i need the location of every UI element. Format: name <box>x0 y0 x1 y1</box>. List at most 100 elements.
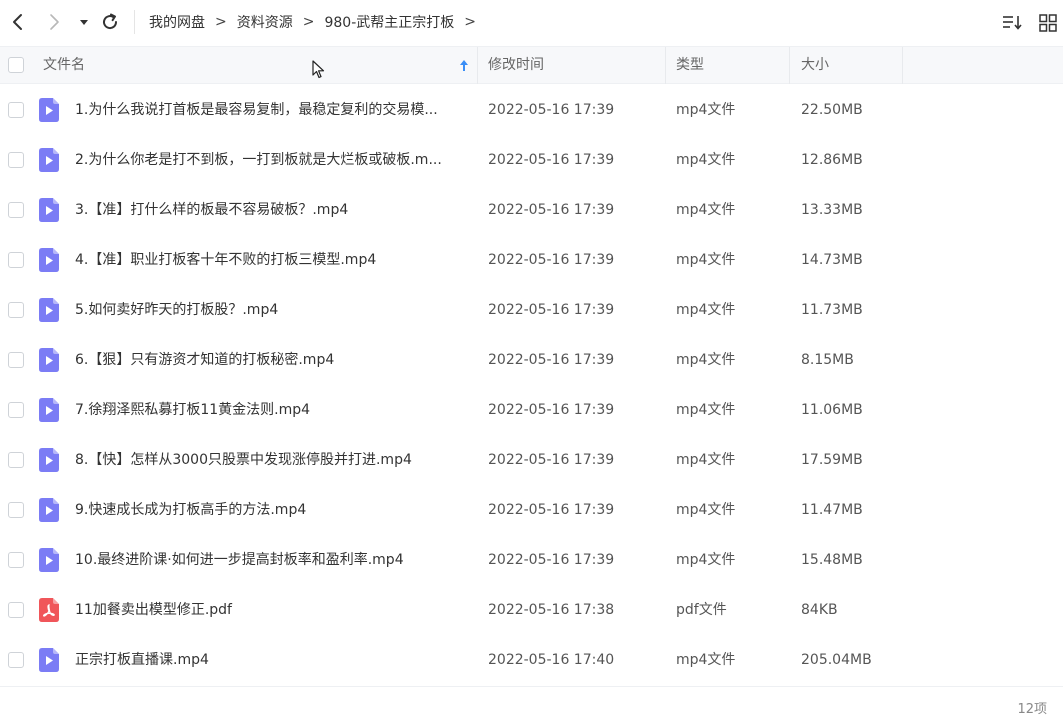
history-dropdown-button[interactable] <box>76 10 92 34</box>
breadcrumb-item-resources[interactable]: 资料资源 <box>237 12 293 32</box>
file-name[interactable]: 10.最终进阶课·如何进一步提高封板率和盈利率.mp4 <box>75 535 470 585</box>
mouse-cursor-icon <box>312 60 325 79</box>
header-size[interactable]: 大小 <box>801 47 829 84</box>
file-modified: 2022-05-16 17:39 <box>488 102 615 118</box>
grid-view-button[interactable] <box>1036 11 1060 35</box>
file-size: 205.04MB <box>801 652 872 668</box>
file-name[interactable]: 3.【准】打什么样的板最不容易破板？.mp4 <box>75 185 470 235</box>
file-type: mp4文件 <box>676 352 736 368</box>
grid-icon <box>1039 14 1057 32</box>
file-row[interactable]: 4.【准】职业打板客十年不败的打板三模型.mp4 2022-05-16 17:39… <box>0 235 1063 285</box>
video-file-icon <box>39 548 59 572</box>
file-name[interactable]: 6.【狠】只有游资才知道的打板秘密.mp4 <box>75 335 470 385</box>
file-row[interactable]: 11加餐卖出模型修正.pdf 2022-05-16 17:38 pdf文件 84KB <box>0 585 1063 635</box>
file-name[interactable]: 7.徐翔泽熙私募打板11黄金法则.mp4 <box>75 385 470 435</box>
file-modified: 2022-05-16 17:40 <box>488 652 615 668</box>
breadcrumb-item-root[interactable]: 我的网盘 <box>149 12 205 32</box>
file-type: mp4文件 <box>676 652 736 668</box>
file-type: pdf文件 <box>676 602 727 618</box>
column-divider[interactable] <box>789 47 790 84</box>
file-size: 11.73MB <box>801 302 863 318</box>
row-checkbox[interactable] <box>8 402 24 418</box>
back-button[interactable] <box>6 10 30 34</box>
file-type: mp4文件 <box>676 502 736 518</box>
breadcrumb-item-current[interactable]: 980-武帮主正宗打板 <box>324 12 454 32</box>
file-size: 12.86MB <box>801 152 863 168</box>
file-modified: 2022-05-16 17:39 <box>488 302 615 318</box>
chevron-left-icon <box>13 14 22 30</box>
file-type: mp4文件 <box>676 152 736 168</box>
file-modified: 2022-05-16 17:38 <box>488 602 615 618</box>
column-divider[interactable] <box>902 47 903 84</box>
file-size: 84KB <box>801 602 838 618</box>
header-type[interactable]: 类型 <box>676 47 704 84</box>
file-modified: 2022-05-16 17:39 <box>488 402 615 418</box>
file-name[interactable]: 1.为什么我说打首板是最容易复制，最稳定复利的交易模... <box>75 85 470 135</box>
forward-button[interactable] <box>42 10 66 34</box>
file-row[interactable]: 8.【快】怎样从3000只股票中发现涨停股并打进.mp4 2022-05-16 1… <box>0 435 1063 485</box>
column-divider[interactable] <box>477 47 478 84</box>
header-name[interactable]: 文件名 <box>43 47 85 84</box>
video-file-icon <box>39 348 59 372</box>
file-name[interactable]: 8.【快】怎样从3000只股票中发现涨停股并打进.mp4 <box>75 435 470 485</box>
row-checkbox[interactable] <box>8 202 24 218</box>
select-all-checkbox[interactable] <box>8 57 24 73</box>
video-file-icon <box>39 148 59 172</box>
row-checkbox[interactable] <box>8 502 24 518</box>
file-name[interactable]: 2.为什么你老是打不到板，一打到板就是大烂板或破板.m... <box>75 135 470 185</box>
file-type: mp4文件 <box>676 202 736 218</box>
video-file-icon <box>39 198 59 222</box>
row-checkbox[interactable] <box>8 552 24 568</box>
file-name[interactable]: 4.【准】职业打板客十年不败的打板三模型.mp4 <box>75 235 470 285</box>
file-row[interactable]: 5.如何卖好昨天的打板股？.mp4 2022-05-16 17:39 mp4文件 11… <box>0 285 1063 335</box>
file-modified: 2022-05-16 17:39 <box>488 352 615 368</box>
file-name[interactable]: 5.如何卖好昨天的打板股？.mp4 <box>75 285 470 335</box>
file-row[interactable]: 2.为什么你老是打不到板，一打到板就是大烂板或破板.m... 2022-05-16… <box>0 135 1063 185</box>
refresh-button[interactable] <box>98 10 122 34</box>
breadcrumb-separator: > <box>464 14 476 30</box>
toolbar-divider <box>134 10 135 34</box>
file-type: mp4文件 <box>676 302 736 318</box>
row-checkbox[interactable] <box>8 602 24 618</box>
row-checkbox[interactable] <box>8 652 24 668</box>
file-row[interactable]: 10.最终进阶课·如何进一步提高封板率和盈利率.mp4 2022-05-16 17… <box>0 535 1063 585</box>
video-file-icon <box>39 648 59 672</box>
breadcrumb-separator: > <box>302 14 315 30</box>
breadcrumb-separator: > <box>215 14 227 30</box>
file-type: mp4文件 <box>676 102 736 118</box>
row-checkbox[interactable] <box>8 152 24 168</box>
breadcrumb: 我的网盘 > 资料资源 > 980-武帮主正宗打板 > <box>149 0 486 44</box>
row-checkbox[interactable] <box>8 102 24 118</box>
row-checkbox[interactable] <box>8 252 24 268</box>
video-file-icon <box>39 498 59 522</box>
file-size: 11.47MB <box>801 502 863 518</box>
file-name[interactable]: 正宗打板直播课.mp4 <box>75 635 470 685</box>
refresh-icon <box>103 13 118 30</box>
sort-ascending-icon <box>460 60 468 71</box>
file-size: 15.48MB <box>801 552 863 568</box>
column-divider[interactable] <box>665 47 666 84</box>
file-row[interactable]: 7.徐翔泽熙私募打板11黄金法则.mp4 2022-05-16 17:39 mp4文… <box>0 385 1063 435</box>
file-size: 14.73MB <box>801 252 863 268</box>
row-checkbox[interactable] <box>8 352 24 368</box>
file-name[interactable]: 11加餐卖出模型修正.pdf <box>75 585 470 635</box>
file-modified: 2022-05-16 17:39 <box>488 252 615 268</box>
file-type: mp4文件 <box>676 452 736 468</box>
file-row[interactable]: 3.【准】打什么样的板最不容易破板？.mp4 2022-05-16 17:39 mp… <box>0 185 1063 235</box>
file-type: mp4文件 <box>676 402 736 418</box>
row-checkbox[interactable] <box>8 452 24 468</box>
file-modified: 2022-05-16 17:39 <box>488 452 615 468</box>
sort-button[interactable] <box>1000 11 1024 35</box>
file-modified: 2022-05-16 17:39 <box>488 152 615 168</box>
file-row[interactable]: 正宗打板直播课.mp4 2022-05-16 17:40 mp4文件 205.04MB <box>0 635 1063 685</box>
file-size: 8.15MB <box>801 352 854 368</box>
file-type: mp4文件 <box>676 552 736 568</box>
file-row[interactable]: 9.快速成长成为打板高手的方法.mp4 2022-05-16 17:39 mp4文件… <box>0 485 1063 535</box>
file-name[interactable]: 9.快速成长成为打板高手的方法.mp4 <box>75 485 470 535</box>
file-row[interactable]: 6.【狠】只有游资才知道的打板秘密.mp4 2022-05-16 17:39 mp4… <box>0 335 1063 385</box>
header-modified[interactable]: 修改时间 <box>488 47 544 84</box>
file-row[interactable]: 1.为什么我说打首板是最容易复制，最稳定复利的交易模... 2022-05-16 … <box>0 85 1063 135</box>
file-size: 13.33MB <box>801 202 863 218</box>
row-checkbox[interactable] <box>8 302 24 318</box>
video-file-icon <box>39 98 59 122</box>
